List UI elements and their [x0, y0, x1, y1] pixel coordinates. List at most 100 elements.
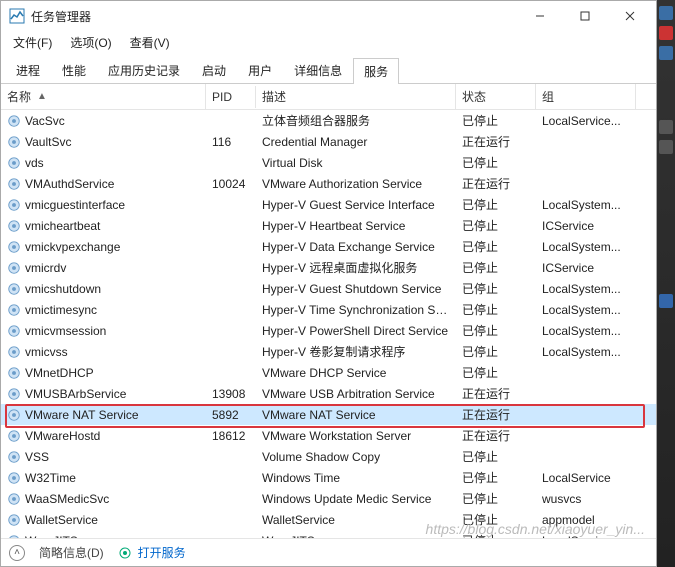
service-pid — [206, 288, 256, 290]
service-status: 已停止 — [456, 531, 536, 538]
service-desc: WalletService — [256, 512, 456, 528]
service-group: ICService — [536, 218, 636, 234]
service-gear-icon — [7, 429, 21, 443]
service-group: wusvcs — [536, 491, 636, 507]
service-group — [536, 414, 636, 416]
table-row[interactable]: VaultSvc116Credential Manager正在运行 — [1, 131, 656, 152]
tab-processes[interactable]: 进程 — [5, 57, 51, 83]
service-desc: WarpJITSvc — [256, 533, 456, 539]
service-gear-icon — [7, 198, 21, 212]
table-row[interactable]: VMware NAT Service5892VMware NAT Service… — [1, 404, 656, 425]
service-gear-icon — [7, 240, 21, 254]
table-row[interactable]: VacSvc立体音频组合器服务已停止LocalService... — [1, 110, 656, 131]
service-name: WalletService — [25, 513, 98, 527]
table-row[interactable]: VMUSBArbService13908VMware USB Arbitrati… — [1, 383, 656, 404]
service-name: VSS — [25, 450, 49, 464]
service-pid — [206, 225, 256, 227]
table-row[interactable]: vdsVirtual Disk已停止 — [1, 152, 656, 173]
service-desc: Virtual Disk — [256, 155, 456, 171]
statusbar: ˄ 简略信息(D) 打开服务 — [1, 538, 656, 566]
window-title: 任务管理器 — [31, 8, 91, 25]
service-status: 已停止 — [456, 279, 536, 298]
tab-services[interactable]: 服务 — [353, 58, 399, 84]
menu-file[interactable]: 文件(F) — [5, 32, 60, 53]
table-row[interactable]: vmicshutdownHyper-V Guest Shutdown Servi… — [1, 278, 656, 299]
service-group — [536, 372, 636, 374]
service-group: LocalSystem... — [536, 281, 636, 297]
tab-startup[interactable]: 启动 — [191, 57, 237, 83]
tab-users[interactable]: 用户 — [237, 57, 283, 83]
open-services-link[interactable]: 打开服务 — [118, 544, 186, 561]
service-name: WaaSMedicSvc — [25, 492, 109, 506]
titlebar[interactable]: 任务管理器 — [1, 1, 656, 31]
service-name: VMAuthdService — [25, 177, 114, 191]
service-group: LocalSystem... — [536, 323, 636, 339]
service-pid — [206, 120, 256, 122]
collapse-button[interactable]: ˄ — [9, 545, 25, 561]
service-status: 已停止 — [456, 195, 536, 214]
table-row[interactable]: vmickvpexchangeHyper-V Data Exchange Ser… — [1, 236, 656, 257]
close-button[interactable] — [607, 2, 652, 30]
service-group: LocalSystem... — [536, 302, 636, 318]
service-status: 已停止 — [456, 363, 536, 382]
table-body: VacSvc立体音频组合器服务已停止LocalService...VaultSv… — [1, 110, 656, 538]
service-group: LocalSystem... — [536, 197, 636, 213]
service-pid — [206, 162, 256, 164]
header-group[interactable]: 组 — [536, 84, 636, 109]
header-desc[interactable]: 描述 — [256, 84, 456, 109]
service-desc: Hyper-V Time Synchronization Se... — [256, 302, 456, 318]
table-row[interactable]: VSSVolume Shadow Copy已停止 — [1, 446, 656, 467]
minimize-button[interactable] — [517, 2, 562, 30]
service-status: 已停止 — [456, 258, 536, 277]
menu-options[interactable]: 选项(O) — [62, 32, 119, 53]
service-gear-icon — [7, 114, 21, 128]
service-desc: VMware Authorization Service — [256, 176, 456, 192]
service-pid — [206, 477, 256, 479]
header-status[interactable]: 状态 — [456, 84, 536, 109]
table-row[interactable]: WalletServiceWalletService已停止appmodel — [1, 509, 656, 530]
table-row[interactable]: W32TimeWindows Time已停止LocalService — [1, 467, 656, 488]
service-status: 正在运行 — [456, 132, 536, 151]
table-row[interactable]: WaaSMedicSvcWindows Update Medic Service… — [1, 488, 656, 509]
tab-apphistory[interactable]: 应用历史记录 — [97, 57, 191, 83]
service-desc: Hyper-V 卷影复制请求程序 — [256, 342, 456, 361]
table-row[interactable]: VMnetDHCPVMware DHCP Service已停止 — [1, 362, 656, 383]
service-name: WarpJITSvc — [25, 534, 90, 539]
brief-info-label[interactable]: 简略信息(D) — [39, 544, 104, 561]
services-gear-icon — [118, 546, 132, 560]
service-desc: VMware DHCP Service — [256, 365, 456, 381]
table-row[interactable]: vmicrdvHyper-V 远程桌面虚拟化服务已停止ICService — [1, 257, 656, 278]
table-row[interactable]: vmicheartbeatHyper-V Heartbeat Service已停… — [1, 215, 656, 236]
table-row[interactable]: VMAuthdService10024VMware Authorization … — [1, 173, 656, 194]
table-row[interactable]: vmicvmsessionHyper-V PowerShell Direct S… — [1, 320, 656, 341]
service-name: vmicshutdown — [25, 282, 101, 296]
table-row[interactable]: vmicguestinterfaceHyper-V Guest Service … — [1, 194, 656, 215]
service-status: 已停止 — [456, 111, 536, 130]
service-desc: VMware USB Arbitration Service — [256, 386, 456, 402]
service-gear-icon — [7, 513, 21, 527]
tab-performance[interactable]: 性能 — [51, 57, 97, 83]
service-desc: 立体音频组合器服务 — [256, 111, 456, 130]
table-row[interactable]: WarpJITSvcWarpJITSvc已停止LocalService... — [1, 530, 656, 538]
table-row[interactable]: vmicvssHyper-V 卷影复制请求程序已停止LocalSystem... — [1, 341, 656, 362]
header-pid[interactable]: PID — [206, 86, 256, 108]
service-desc: Hyper-V Heartbeat Service — [256, 218, 456, 234]
tab-details[interactable]: 详细信息 — [283, 57, 353, 83]
service-name: VMwareHostd — [25, 429, 100, 443]
table-row[interactable]: VMwareHostd18612VMware Workstation Serve… — [1, 425, 656, 446]
service-pid — [206, 330, 256, 332]
right-edge-strip — [657, 0, 675, 567]
menu-view[interactable]: 查看(V) — [122, 32, 178, 53]
service-group: LocalService... — [536, 533, 636, 539]
maximize-button[interactable] — [562, 2, 607, 30]
service-pid — [206, 372, 256, 374]
service-status: 已停止 — [456, 510, 536, 529]
service-name: vmicvss — [25, 345, 68, 359]
service-status: 正在运行 — [456, 174, 536, 193]
service-status: 正在运行 — [456, 384, 536, 403]
service-name: vmicguestinterface — [25, 198, 125, 212]
service-name: vmicrdv — [25, 261, 66, 275]
service-gear-icon — [7, 282, 21, 296]
table-row[interactable]: vmictimesyncHyper-V Time Synchronization… — [1, 299, 656, 320]
header-name[interactable]: 名称▲ — [1, 84, 206, 109]
